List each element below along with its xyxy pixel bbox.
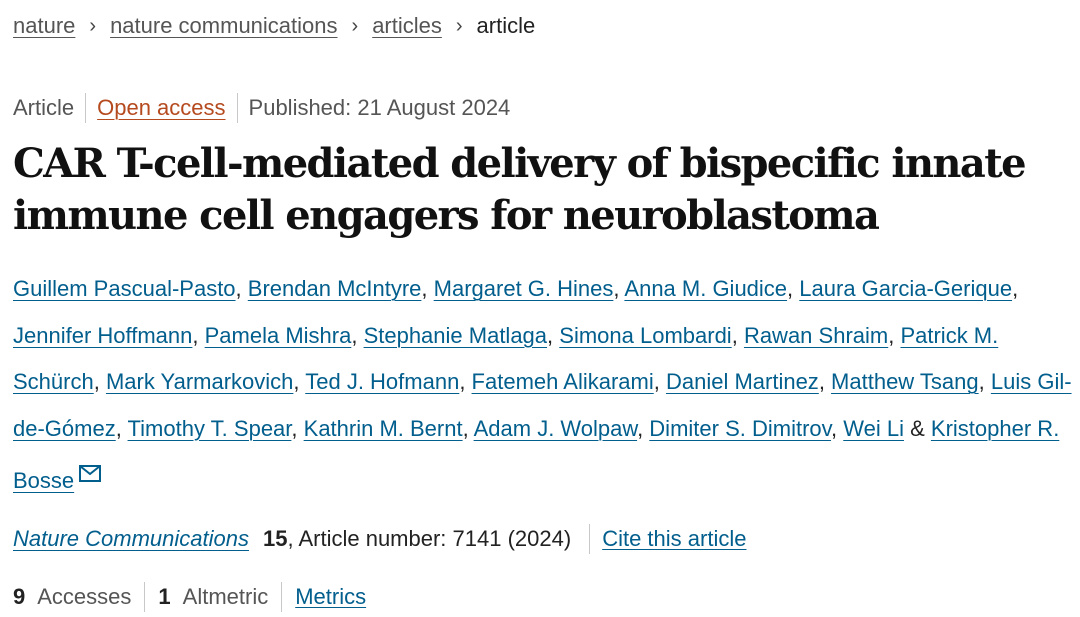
author-conjunction: & bbox=[910, 415, 925, 441]
breadcrumb-link-nature[interactable]: nature bbox=[13, 10, 75, 42]
breadcrumb-chevron-icon: › bbox=[89, 15, 97, 37]
breadcrumb-link-nature-communications[interactable]: nature communications bbox=[110, 10, 337, 42]
author-link[interactable]: Rawan Shraim bbox=[744, 323, 888, 348]
metrics-link[interactable]: Metrics bbox=[295, 581, 366, 613]
author-link[interactable]: Margaret G. Hines bbox=[434, 276, 614, 301]
altmetric-count: 1 bbox=[158, 584, 171, 609]
author-link[interactable]: Laura Garcia-Gerique bbox=[799, 276, 1012, 301]
article-title: CAR T-cell-mediated delivery of bispecif… bbox=[13, 140, 1027, 239]
author-link[interactable]: Guillem Pascual-Pasto bbox=[13, 276, 236, 301]
accesses-count: 9 bbox=[13, 584, 26, 609]
citation-divider bbox=[589, 524, 591, 554]
author-link[interactable]: Brendan McIntyre bbox=[248, 276, 422, 301]
metrics-divider bbox=[144, 582, 146, 612]
article-type: Article bbox=[13, 95, 75, 120]
article-number: , Article number: 7141 (2024) bbox=[287, 526, 572, 551]
author-link[interactable]: Simona Lombardi bbox=[559, 323, 731, 348]
breadcrumb-link-articles[interactable]: articles bbox=[372, 10, 442, 42]
altmetric-label: Altmetric bbox=[182, 584, 269, 609]
author-link[interactable]: Pamela Mishra bbox=[205, 323, 352, 348]
breadcrumb: nature › nature communications › article… bbox=[13, 10, 535, 42]
author-link[interactable]: Fatemeh Alikarami bbox=[472, 369, 654, 394]
metrics-bar: 9 Accesses 1 Altmetric Metrics bbox=[13, 581, 366, 613]
author-link[interactable]: Wei Li bbox=[843, 416, 904, 441]
author-link[interactable]: Kathrin M. Bernt bbox=[304, 416, 463, 441]
metrics-divider bbox=[281, 582, 283, 612]
author-link[interactable]: Timothy T. Spear bbox=[128, 416, 292, 441]
author-link[interactable]: Stephanie Matlaga bbox=[364, 323, 547, 348]
journal-volume: 15 bbox=[262, 526, 288, 551]
author-link[interactable]: Adam J. Wolpaw bbox=[474, 416, 637, 441]
author-link[interactable]: Mark Yarmarkovich bbox=[106, 369, 293, 394]
breadcrumb-chevron-icon: › bbox=[455, 15, 463, 37]
author-link[interactable]: Matthew Tsang bbox=[831, 369, 979, 394]
author-link[interactable]: Jennifer Hoffmann bbox=[13, 323, 192, 348]
cite-this-article-link[interactable]: Cite this article bbox=[602, 523, 746, 555]
breadcrumb-current: article bbox=[476, 13, 536, 38]
journal-link[interactable]: Nature Communications bbox=[13, 523, 249, 555]
author-link[interactable]: Dimiter S. Dimitrov bbox=[649, 416, 831, 441]
author-link[interactable]: Anna M. Giudice bbox=[624, 276, 787, 301]
meta-divider bbox=[236, 93, 238, 123]
author-link[interactable]: Ted J. Hofmann bbox=[305, 369, 459, 394]
author-link[interactable]: Daniel Martinez bbox=[666, 369, 819, 394]
mail-icon[interactable] bbox=[79, 452, 102, 499]
published-date: Published: 21 August 2024 bbox=[248, 95, 511, 120]
accesses-label: Accesses bbox=[37, 584, 132, 609]
citation-line: Nature Communications 15 , Article numbe… bbox=[13, 523, 746, 555]
breadcrumb-chevron-icon: › bbox=[351, 15, 359, 37]
meta-divider bbox=[85, 93, 87, 123]
open-access-link[interactable]: Open access bbox=[97, 92, 225, 124]
author-list: Guillem Pascual-Pasto, Brendan McIntyre,… bbox=[13, 266, 1073, 505]
article-meta: Article Open access Published: 21 August… bbox=[13, 92, 510, 124]
